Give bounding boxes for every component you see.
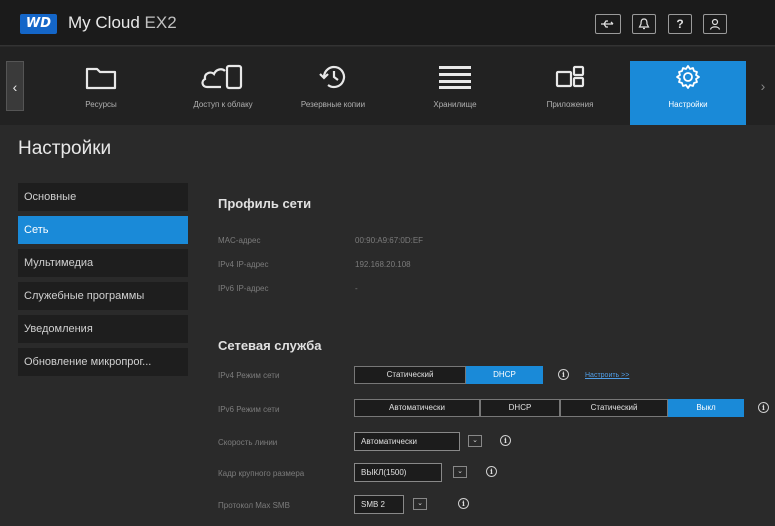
chevron-down-icon[interactable]: ⌄ <box>468 435 482 447</box>
cloud-device-icon <box>201 64 243 90</box>
folder-icon <box>85 67 117 90</box>
sidebar-item-notifications[interactable]: Уведомления <box>18 315 188 343</box>
link-speed-select[interactable]: Автоматически <box>354 432 460 451</box>
mac-value: 00:90:A9:67:0D:EF <box>355 236 424 245</box>
ipv4-mode-dhcp[interactable]: DHCP <box>466 366 543 384</box>
sidebar-item-general[interactable]: Основные <box>18 183 188 211</box>
nav-item-storage[interactable]: Хранилище <box>400 61 510 125</box>
settings-sidebar: Основные Сеть Мультимедиа Служебные прог… <box>18 183 188 381</box>
configure-link[interactable]: Настроить >> <box>585 372 629 379</box>
info-icon[interactable]: i <box>486 466 497 477</box>
help-icon: ? <box>676 17 684 31</box>
sidebar-item-media[interactable]: Мультимедиа <box>18 249 188 277</box>
nav-item-apps[interactable]: Приложения <box>515 61 625 125</box>
user-button[interactable] <box>703 14 727 34</box>
nav-label: Приложения <box>546 100 594 109</box>
nav-label: Ресурсы <box>85 100 117 109</box>
notifications-button[interactable] <box>632 14 656 34</box>
sidebar-item-network[interactable]: Сеть <box>18 216 188 244</box>
ipv6-mode-label: IPv6 Режим сети <box>218 405 280 414</box>
sidebar-item-firmware-update[interactable]: Обновление микропрог... <box>18 348 188 376</box>
app-title-model: EX2 <box>139 13 177 32</box>
nav-item-settings[interactable]: Настройки <box>630 61 746 125</box>
info-icon[interactable]: i <box>458 498 469 509</box>
chevron-down-icon[interactable]: ⌄ <box>413 498 427 510</box>
nav-next-arrow[interactable]: › <box>754 61 772 111</box>
smb-protocol-label: Протокол Max SMB <box>218 501 290 510</box>
gear-icon <box>676 65 700 89</box>
top-header: WD My Cloud EX2 ? <box>0 0 775 46</box>
usb-button[interactable] <box>595 14 621 34</box>
backup-icon <box>319 65 346 89</box>
ipv6-mode-static[interactable]: Статический <box>560 399 668 417</box>
usb-icon <box>601 20 614 28</box>
ipv4-address-label: IPv4 IP-адрес <box>218 260 269 269</box>
ipv6-address-value: - <box>355 284 358 293</box>
nav-item-backups[interactable]: Резервные копии <box>278 61 388 125</box>
ipv6-mode-auto[interactable]: Автоматически <box>354 399 480 417</box>
ipv6-address-label: IPv6 IP-адрес <box>218 284 269 293</box>
nav-item-cloud-access[interactable]: Доступ к облаку <box>168 61 278 125</box>
sidebar-item-utilities[interactable]: Служебные программы <box>18 282 188 310</box>
help-button[interactable]: ? <box>668 14 692 34</box>
ipv6-mode-dhcp[interactable]: DHCP <box>480 399 560 417</box>
nav-item-shares[interactable]: Ресурсы <box>46 61 156 125</box>
app-title: My Cloud EX2 <box>68 13 177 33</box>
chevron-down-icon[interactable]: ⌄ <box>453 466 467 478</box>
ipv6-mode-off[interactable]: Выкл <box>668 399 744 417</box>
app-title-main: My Cloud <box>68 13 140 32</box>
info-icon[interactable]: i <box>558 369 569 380</box>
bell-icon <box>638 18 650 30</box>
network-profile-title: Профиль сети <box>218 196 312 211</box>
nav-label: Резервные копии <box>300 100 366 109</box>
ipv4-mode-label: IPv4 Режим сети <box>218 371 280 380</box>
ipv4-address-value: 192.168.20.108 <box>355 260 411 269</box>
apps-icon <box>555 65 585 88</box>
jumbo-frame-label: Кадр крупного размера <box>218 469 305 478</box>
wd-logo[interactable]: WD <box>20 14 57 34</box>
page-title: Настройки <box>18 138 112 159</box>
main-nav: ‹ Ресурсы Доступ к облаку Резервные копи… <box>0 47 775 125</box>
info-icon[interactable]: i <box>500 435 511 446</box>
nav-label: Настройки <box>668 100 708 109</box>
info-icon[interactable]: i <box>758 402 769 413</box>
user-icon <box>709 18 721 30</box>
nav-label: Доступ к облаку <box>193 100 253 109</box>
link-speed-label: Скорость линии <box>218 438 278 447</box>
network-service-title: Сетевая служба <box>218 338 322 353</box>
jumbo-frame-select[interactable]: ВЫКЛ(1500) <box>354 463 442 482</box>
storage-icon <box>439 66 471 89</box>
nav-label: Хранилище <box>433 100 477 109</box>
nav-prev-arrow[interactable]: ‹ <box>6 61 24 111</box>
ipv4-mode-static[interactable]: Статический <box>354 366 466 384</box>
mac-label: MAC-адрес <box>218 236 261 245</box>
smb-protocol-select[interactable]: SMB 2 <box>354 495 404 514</box>
